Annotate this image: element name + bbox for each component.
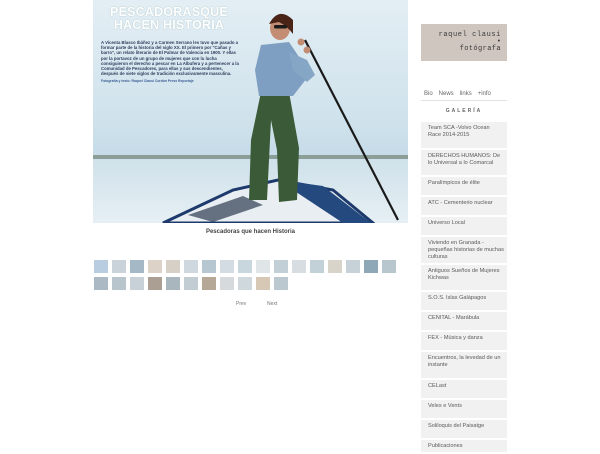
gallery-menu-item[interactable]: CENITAL - Marábula xyxy=(421,312,507,332)
thumbnail[interactable] xyxy=(382,260,396,273)
thumbnail[interactable] xyxy=(202,277,216,290)
gallery-menu-item[interactable]: Publicaciones xyxy=(421,439,507,454)
gallery-menu-item[interactable]: Universo Local xyxy=(421,217,507,237)
thumbnail[interactable] xyxy=(346,260,360,273)
fisherwoman-figure xyxy=(162,13,399,223)
thumbnail-strip xyxy=(94,260,404,290)
gallery-menu-item[interactable]: Soliloquis del Paisatge xyxy=(421,419,507,440)
thumbnail[interactable] xyxy=(94,277,108,290)
thumbnail[interactable] xyxy=(94,260,108,273)
thumbnail[interactable] xyxy=(328,260,342,273)
gallery-menu-item[interactable]: Viviendo en Granada - pequeñas historias… xyxy=(421,237,507,265)
thumbnail[interactable] xyxy=(364,260,378,273)
thumbnail[interactable] xyxy=(238,260,252,273)
thumbnail[interactable] xyxy=(256,277,270,290)
logo-subtitle: fotógrafa xyxy=(459,45,501,53)
gallery-menu-item[interactable]: ATC - Cementerio nuclear xyxy=(421,197,507,217)
thumbnail[interactable] xyxy=(202,260,216,273)
thumbnail[interactable] xyxy=(274,260,288,273)
gallery-menu-item[interactable]: Antiguos Sueños de Mujeres Kichwas xyxy=(421,264,507,292)
thumbnail[interactable] xyxy=(112,260,126,273)
hero-credit: Fotografía y texto: Raquel Clausí Cordón… xyxy=(101,79,194,83)
thumbnail[interactable] xyxy=(238,277,252,290)
thumbnail[interactable] xyxy=(220,277,234,290)
gallery-menu: Team SCA -Volvo Ocean Race 2014-2015 DERE… xyxy=(421,122,507,454)
thumbnail[interactable] xyxy=(130,260,144,273)
nav-info[interactable]: +info xyxy=(478,90,491,98)
thumbnail[interactable] xyxy=(310,260,324,273)
thumbnail[interactable] xyxy=(274,277,288,290)
next-link[interactable]: Next xyxy=(267,301,277,307)
thumbnail[interactable] xyxy=(166,260,180,273)
gallery-menu-item[interactable]: FEX - Música y danza xyxy=(421,332,507,352)
logo-name: raquel clausí xyxy=(438,31,501,39)
hero-body-text: A Vicenta Blasco Ibáñez y a Carmen Serra… xyxy=(101,40,239,77)
site-logo[interactable]: raquel clausí • fotógrafa xyxy=(421,24,507,61)
top-nav: Bio News links +info xyxy=(424,90,491,98)
gallery-menu-item[interactable]: Encuentros, la levedad de un instante xyxy=(421,352,507,380)
gallery-menu-item[interactable]: CELast xyxy=(421,379,507,400)
thumbnail[interactable] xyxy=(130,277,144,290)
thumbnail[interactable] xyxy=(184,277,198,290)
thumbnail[interactable] xyxy=(148,277,162,290)
prev-link[interactable]: Prev xyxy=(236,301,246,307)
thumbnail[interactable] xyxy=(292,260,306,273)
gallery-menu-item[interactable]: S.O.S. Islas Galápagos xyxy=(421,292,507,312)
thumbnail[interactable] xyxy=(256,260,270,273)
nav-links[interactable]: links xyxy=(460,90,472,98)
hero-title: PESCADORASQUE HACEN HISTORIA xyxy=(110,5,228,32)
gallery-menu-item[interactable]: Paralímpicos de élite xyxy=(421,177,507,197)
thumbnail[interactable] xyxy=(220,260,234,273)
nav-bio[interactable]: Bio xyxy=(424,90,433,98)
nav-news[interactable]: News xyxy=(439,90,454,98)
gallery-heading: GALERÍA xyxy=(445,108,483,114)
hero-photo[interactable]: PESCADORASQUE HACEN HISTORIA A Vicenta B… xyxy=(93,0,408,223)
thumbnail[interactable] xyxy=(148,260,162,273)
thumbnail[interactable] xyxy=(112,277,126,290)
photo-caption: Pescadoras que hacen Historia xyxy=(205,229,296,235)
thumbnail[interactable] xyxy=(166,277,180,290)
gallery-menu-item[interactable]: DERECHOS HUMANOS: De lo Universal a lo C… xyxy=(421,149,507,177)
thumbnail[interactable] xyxy=(184,260,198,273)
nav-divider xyxy=(421,100,507,101)
gallery-menu-item[interactable]: Veles e Vents xyxy=(421,399,507,420)
gallery-menu-item[interactable]: Team SCA -Volvo Ocean Race 2014-2015 xyxy=(421,122,507,150)
